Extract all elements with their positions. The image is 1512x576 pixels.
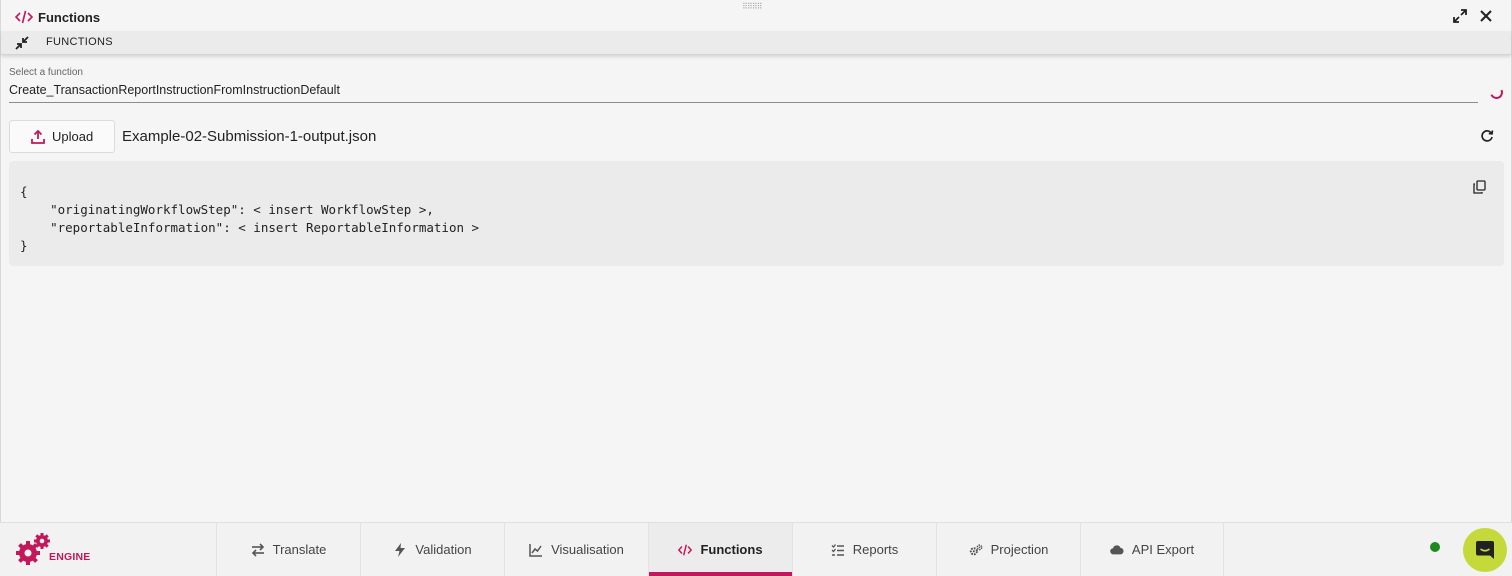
tab-label: Projection [990, 542, 1049, 557]
tab-label: Translate [272, 542, 327, 557]
line-chart-icon [529, 543, 543, 557]
brand-name: ENGINE [49, 551, 91, 563]
tab-api-export[interactable]: API Export [1080, 523, 1224, 576]
upload-icon [31, 129, 45, 144]
tab-projection[interactable]: Projection [936, 523, 1080, 576]
checklist-icon [831, 543, 844, 556]
function-select-underline [9, 102, 1478, 103]
tab-functions[interactable]: Functions [648, 523, 792, 576]
function-select-label: Select a function [9, 67, 83, 78]
functions-panel: ⠿⠿⠿⠿ Functions FUNCTIONS Select a functi… [0, 0, 1512, 522]
gears-icon [969, 543, 983, 555]
tab-translate[interactable]: Translate [216, 523, 360, 576]
cloud-icon [1110, 544, 1124, 554]
uploaded-file-name: Example-02-Submission-1-output.json [122, 128, 377, 145]
tab-label: Validation [415, 542, 472, 557]
code-line: } [20, 238, 28, 253]
function-select[interactable]: Create_TransactionReportInstructionFromI… [9, 83, 340, 97]
subbar-label: FUNCTIONS [46, 36, 113, 48]
upload-button-label: Upload [52, 129, 94, 144]
chat-icon [1476, 541, 1494, 559]
tab-visualisation[interactable]: Visualisation [504, 523, 648, 576]
expand-icon[interactable] [1452, 8, 1468, 24]
code-line: { [20, 184, 28, 199]
code-icon [15, 10, 33, 24]
code-line: "reportableInformation": < insert Report… [20, 220, 480, 235]
tab-validation[interactable]: Validation [360, 523, 504, 576]
close-icon[interactable] [1478, 8, 1494, 24]
tab-label: Visualisation [551, 542, 624, 557]
upload-button[interactable]: Upload [9, 120, 115, 153]
connection-status-indicator [1430, 542, 1440, 552]
code-icon [678, 544, 693, 555]
engine-gear-logo-icon [16, 533, 50, 565]
panel-titlebar: Functions [1, 0, 1511, 31]
panel-title: Functions [38, 10, 101, 25]
bottom-tabs: Translate Validation Visualisation Funct… [216, 523, 1224, 576]
chat-launcher-button[interactable] [1463, 528, 1507, 572]
panel-subbar: FUNCTIONS [1, 31, 1511, 55]
refresh-icon[interactable] [1480, 129, 1494, 143]
tab-label: Functions [700, 542, 763, 557]
loading-spinner-icon [1488, 84, 1505, 101]
copy-icon[interactable] [1473, 180, 1486, 194]
lightning-icon [395, 542, 406, 557]
tab-label: API Export [1131, 542, 1195, 557]
code-line: "originatingWorkflowStep": < insert Work… [20, 202, 434, 217]
collapse-icon[interactable] [14, 35, 30, 51]
tab-label: Reports [852, 542, 899, 557]
tab-reports[interactable]: Reports [792, 523, 936, 576]
swap-arrows-icon [251, 542, 264, 557]
